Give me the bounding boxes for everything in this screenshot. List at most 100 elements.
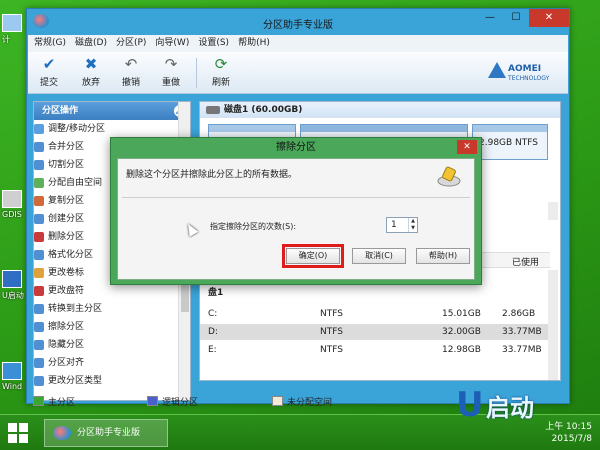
table-scrollbar[interactable]	[548, 270, 558, 380]
table-row-selected[interactable]: D: NTFS 32.00GB 33.77MB	[200, 324, 550, 340]
op-convert-primary[interactable]: 转换到主分区	[34, 300, 190, 318]
table-row[interactable]: C: NTFS 15.01GB 2.86GB	[200, 306, 550, 322]
type-icon	[34, 376, 44, 386]
op-label: 复制分区	[48, 196, 85, 206]
redo-button[interactable]: ↷ 重做	[156, 55, 186, 88]
redo-icon: ↷	[164, 55, 178, 73]
taskbar-item-partition-assistant[interactable]: 分区助手专业版	[44, 419, 168, 447]
op-resize-move[interactable]: 调整/移动分区	[34, 120, 190, 138]
resize-icon	[34, 124, 44, 134]
discard-button[interactable]: ✖ 放弃	[76, 55, 106, 88]
legend-label: 主分区	[48, 397, 76, 408]
legend-label: 逻辑分区	[162, 397, 199, 408]
logo-mark-icon	[488, 62, 506, 78]
wipe-times-value: 1	[391, 220, 397, 230]
check-icon: ✔	[42, 55, 56, 73]
merge-icon	[34, 142, 44, 152]
brand-u: U	[456, 385, 484, 425]
dialog-close-button[interactable]: ✕	[457, 140, 477, 154]
allocate-icon	[34, 178, 44, 188]
disk-scrollbar[interactable]	[548, 202, 558, 220]
align-icon	[34, 358, 44, 368]
close-button[interactable]: ✕	[529, 9, 569, 27]
legend-unallocated: 未分配空间	[272, 395, 332, 408]
wipe-partition-dialog: 擦除分区 ✕ 删除这个分区并擦除此分区上的所有数据。 指定擦除分区的次数(S):…	[110, 137, 482, 285]
wipe-times-label: 指定擦除分区的次数(S):	[210, 222, 297, 231]
menu-help[interactable]: 帮助(H)	[238, 35, 270, 52]
table-row[interactable]: E: NTFS 12.98GB 33.77MB	[200, 342, 550, 358]
dialog-message: 删除这个分区并擦除此分区上的所有数据。	[126, 170, 298, 180]
cell-used: 33.77MB	[502, 327, 542, 337]
refresh-label: 刷新	[211, 78, 230, 88]
delete-icon	[34, 232, 44, 242]
undo-button[interactable]: ↶ 撤销	[116, 55, 146, 88]
desktop-icon-label: Wind	[2, 382, 23, 391]
col-used[interactable]: 已使用	[512, 255, 539, 268]
menu-partition[interactable]: 分区(P)	[116, 35, 146, 52]
eraser-disk-icon	[437, 166, 461, 187]
convert-icon	[34, 304, 44, 314]
legend-swatch	[147, 396, 159, 406]
split-icon	[34, 160, 44, 170]
u-qidong-watermark: U 启动	[456, 386, 560, 426]
op-change-type[interactable]: 更改分区类型	[34, 372, 190, 390]
op-label: 擦除分区	[48, 322, 85, 332]
format-icon	[34, 250, 44, 260]
menu-disk[interactable]: 磁盘(D)	[75, 35, 107, 52]
menu-settings[interactable]: 设置(S)	[198, 35, 229, 52]
aomei-logo: AOMEI TECHNOLOGY	[488, 62, 558, 86]
disk-bar-e-label: 2.98GB NTFS	[479, 138, 539, 148]
disk-label: 磁盘1 (60.00GB)	[224, 105, 303, 115]
help-button[interactable]: 帮助(H)	[416, 248, 470, 264]
mouse-cursor-icon	[183, 221, 199, 237]
ok-button[interactable]: 确定(O)	[282, 244, 344, 268]
undo-label: 撤销	[121, 78, 140, 88]
logo-brand: AOMEI	[508, 64, 542, 74]
op-hide[interactable]: 隐藏分区	[34, 336, 190, 354]
commit-button[interactable]: ✔ 提交	[34, 55, 64, 88]
op-label: 格式化分区	[48, 250, 94, 260]
taskbar-item-label: 分区助手专业版	[77, 428, 141, 438]
disk-bar-e[interactable]: 2.98GB NTFS	[472, 124, 548, 160]
title-bar[interactable]: 分区助手专业版 — ☐ ✕	[27, 9, 569, 35]
disk-header: 磁盘1 (60.00GB)	[200, 102, 560, 118]
legend-swatch	[272, 396, 284, 406]
op-align[interactable]: 分区对齐	[34, 354, 190, 372]
op-label: 合并分区	[48, 142, 85, 152]
legend-primary: 主分区	[33, 395, 75, 408]
discard-label: 放弃	[81, 78, 100, 88]
cell-fs: NTFS	[320, 327, 343, 337]
redo-label: 重做	[161, 78, 180, 88]
legend-label: 未分配空间	[287, 397, 333, 408]
windows-icon	[2, 362, 22, 380]
op-label: 分区对齐	[48, 358, 85, 368]
op-label: 分配自由空间	[48, 178, 103, 188]
dialog-separator	[122, 197, 470, 198]
start-button[interactable]	[8, 423, 28, 443]
spinner-arrows-icon[interactable]: ▲ ▼	[408, 218, 417, 232]
copy-icon	[34, 196, 44, 206]
cell-drive: E:	[208, 345, 217, 355]
logo-sub: TECHNOLOGY	[508, 75, 550, 82]
dialog-title-bar[interactable]: 擦除分区 ✕	[111, 138, 481, 158]
cell-used: 2.86GB	[502, 309, 536, 319]
op-wipe[interactable]: 擦除分区	[34, 318, 190, 336]
cell-capacity: 32.00GB	[442, 327, 481, 337]
cell-drive: D:	[208, 327, 218, 337]
cancel-button[interactable]: 取消(C)	[352, 248, 406, 264]
menu-general[interactable]: 常规(G)	[34, 35, 66, 52]
app-icon	[53, 426, 71, 440]
cell-fs: NTFS	[320, 309, 343, 319]
wipe-times-spinner[interactable]: 1 ▲ ▼	[386, 217, 418, 233]
minimize-button[interactable]: —	[477, 9, 503, 27]
op-label: 切割分区	[48, 160, 85, 170]
hard-disk-icon	[206, 106, 220, 114]
refresh-button[interactable]: ⟳ 刷新	[206, 55, 236, 88]
maximize-button[interactable]: ☐	[503, 9, 529, 27]
menu-wizard[interactable]: 向导(W)	[155, 35, 189, 52]
cross-icon: ✖	[84, 55, 98, 73]
clock-date: 2015/7/8	[551, 434, 592, 444]
menu-bar: 常规(G) 磁盘(D) 分区(P) 向导(W) 设置(S) 帮助(H)	[28, 35, 568, 52]
dialog-body: 删除这个分区并擦除此分区上的所有数据。 指定擦除分区的次数(S): 1 ▲ ▼ 确…	[117, 158, 475, 280]
cell-capacity: 12.98GB	[442, 345, 481, 355]
